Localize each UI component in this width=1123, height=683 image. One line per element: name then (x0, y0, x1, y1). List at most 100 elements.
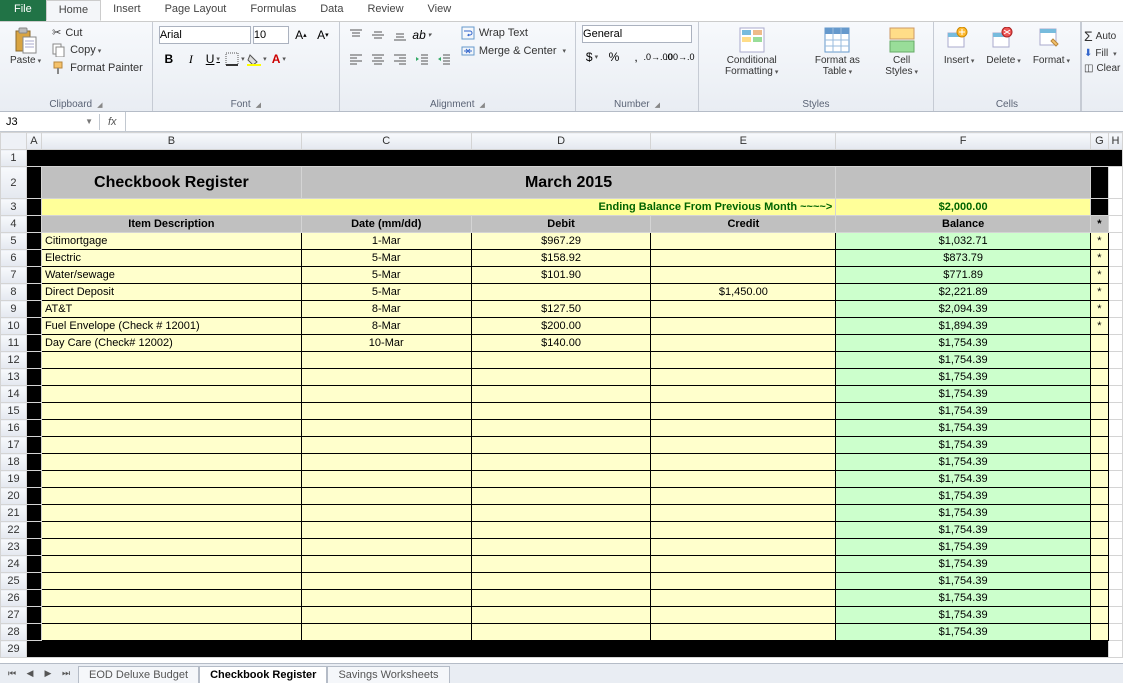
clear-button[interactable]: ◫Clear (1084, 61, 1121, 76)
spreadsheet-grid[interactable]: ABCDEFGH12Checkbook RegisterMarch 20153E… (0, 132, 1123, 663)
cell-credit[interactable] (651, 369, 836, 386)
cell-date[interactable] (301, 488, 471, 505)
cell-date[interactable] (301, 556, 471, 573)
cell-mark[interactable] (1090, 471, 1108, 488)
cell-desc[interactable] (41, 471, 301, 488)
cell-balance[interactable]: $1,754.39 (836, 505, 1091, 522)
cell-desc[interactable] (41, 352, 301, 369)
cell-desc[interactable]: Water/sewage (41, 267, 301, 284)
row-header-14[interactable]: 14 (1, 386, 27, 403)
cell-balance[interactable]: $1,754.39 (836, 539, 1091, 556)
underline-button[interactable]: U (203, 49, 223, 69)
cell-mark[interactable]: * (1090, 267, 1108, 284)
cell-date[interactable]: 5-Mar (301, 284, 471, 301)
decrease-font-button[interactable]: A▾ (313, 25, 333, 45)
cell-credit[interactable] (651, 420, 836, 437)
cell-mark[interactable] (1090, 420, 1108, 437)
format-cells-button[interactable]: Format (1029, 25, 1074, 68)
cell-balance[interactable]: $1,754.39 (836, 607, 1091, 624)
row-header-11[interactable]: 11 (1, 335, 27, 352)
cell-balance[interactable]: $1,032.71 (836, 233, 1091, 250)
cell-balance[interactable]: $1,754.39 (836, 369, 1091, 386)
row-header-19[interactable]: 19 (1, 471, 27, 488)
cell-balance[interactable]: $1,754.39 (836, 624, 1091, 641)
cell-credit[interactable] (651, 505, 836, 522)
cell-credit[interactable] (651, 607, 836, 624)
copy-button[interactable]: Copy (49, 42, 146, 58)
cell-desc[interactable]: Direct Deposit (41, 284, 301, 301)
cell-mark[interactable] (1090, 505, 1108, 522)
cell-credit[interactable] (651, 267, 836, 284)
col-header-H[interactable]: H (1108, 133, 1122, 150)
align-right-button[interactable] (390, 49, 410, 69)
cell-debit[interactable]: $158.92 (471, 250, 651, 267)
cell-debit[interactable] (471, 454, 651, 471)
font-color-button[interactable]: A (269, 49, 289, 69)
row-header-9[interactable]: 9 (1, 301, 27, 318)
cell-credit[interactable] (651, 539, 836, 556)
cell-credit[interactable] (651, 556, 836, 573)
sheet-tab[interactable]: EOD Deluxe Budget (78, 666, 199, 683)
cell-debit[interactable] (471, 284, 651, 301)
sheet-nav-next[interactable]: ▶ (40, 668, 56, 679)
sheet-nav-last[interactable]: ⏭ (58, 668, 74, 679)
cell-mark[interactable] (1090, 488, 1108, 505)
insert-cells-button[interactable]: Insert (940, 25, 979, 68)
row-header-8[interactable]: 8 (1, 284, 27, 301)
row-header-17[interactable]: 17 (1, 437, 27, 454)
cell-mark[interactable] (1090, 607, 1108, 624)
align-left-button[interactable] (346, 49, 366, 69)
cell-date[interactable] (301, 369, 471, 386)
cell-mark[interactable] (1090, 437, 1108, 454)
cell-date[interactable] (301, 471, 471, 488)
cell-credit[interactable] (651, 318, 836, 335)
cell-date[interactable] (301, 403, 471, 420)
cell-date[interactable] (301, 454, 471, 471)
row-header-7[interactable]: 7 (1, 267, 27, 284)
cell-desc[interactable] (41, 539, 301, 556)
cell-debit[interactable] (471, 573, 651, 590)
cell-desc[interactable] (41, 403, 301, 420)
cell-balance[interactable]: $1,754.39 (836, 590, 1091, 607)
row-header-23[interactable]: 23 (1, 539, 27, 556)
cell-balance[interactable]: $1,754.39 (836, 437, 1091, 454)
sheet-nav-first[interactable]: ⏮ (4, 668, 20, 679)
cell-credit[interactable] (651, 437, 836, 454)
col-header-A[interactable]: A (26, 133, 41, 150)
cell-mark[interactable]: * (1090, 318, 1108, 335)
cell-credit[interactable] (651, 386, 836, 403)
cell-debit[interactable] (471, 471, 651, 488)
cell-debit[interactable] (471, 403, 651, 420)
cell-desc[interactable] (41, 488, 301, 505)
align-middle-button[interactable] (368, 25, 388, 45)
cell-desc[interactable] (41, 624, 301, 641)
cell-date[interactable]: 10-Mar (301, 335, 471, 352)
clipboard-dialog-launcher[interactable] (94, 99, 102, 110)
cell-credit[interactable] (651, 471, 836, 488)
cell-debit[interactable] (471, 556, 651, 573)
cell-date[interactable]: 8-Mar (301, 301, 471, 318)
row-header-22[interactable]: 22 (1, 522, 27, 539)
col-header-G[interactable]: G (1090, 133, 1108, 150)
cell-date[interactable] (301, 352, 471, 369)
cell-balance[interactable]: $1,754.39 (836, 420, 1091, 437)
cell-balance[interactable]: $1,754.39 (836, 522, 1091, 539)
row-header-5[interactable]: 5 (1, 233, 27, 250)
cell-balance[interactable]: $1,754.39 (836, 454, 1091, 471)
alignment-dialog-launcher[interactable] (476, 99, 484, 110)
cell-desc[interactable] (41, 386, 301, 403)
row-header-15[interactable]: 15 (1, 403, 27, 420)
sheet-nav-prev[interactable]: ◀ (22, 668, 38, 679)
cell-credit[interactable] (651, 301, 836, 318)
cell-credit[interactable] (651, 352, 836, 369)
cell-desc[interactable] (41, 505, 301, 522)
cell-desc[interactable] (41, 556, 301, 573)
cell-debit[interactable]: $200.00 (471, 318, 651, 335)
cell-credit[interactable] (651, 454, 836, 471)
cell-balance[interactable]: $1,754.39 (836, 471, 1091, 488)
cell-desc[interactable] (41, 573, 301, 590)
cell-credit[interactable] (651, 488, 836, 505)
cell-debit[interactable]: $101.90 (471, 267, 651, 284)
cell-credit[interactable] (651, 522, 836, 539)
cell-credit[interactable] (651, 250, 836, 267)
